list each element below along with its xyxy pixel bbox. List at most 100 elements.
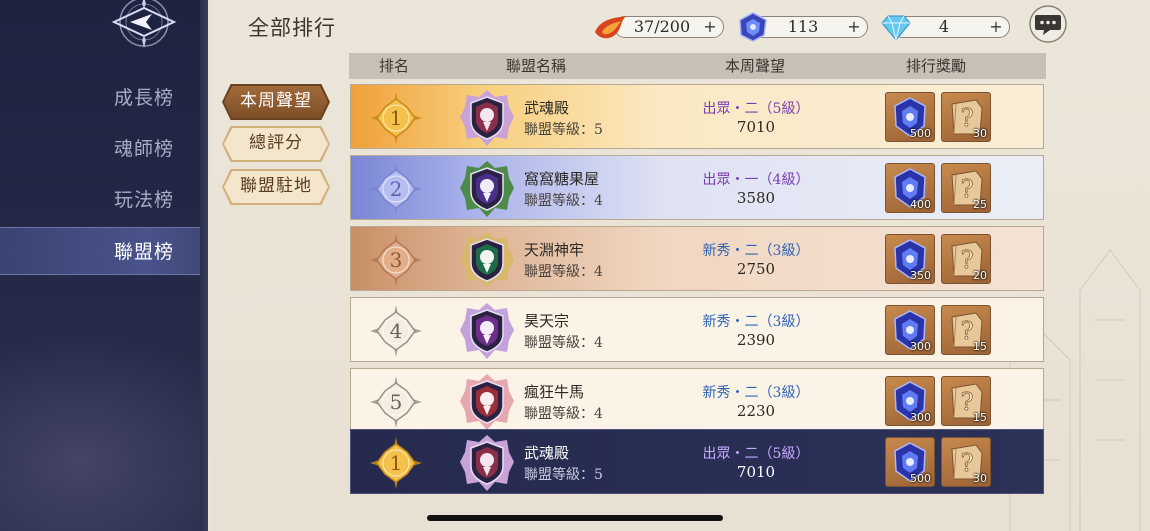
reward-count: 20	[973, 269, 987, 282]
header-weekly-fame: 本周聲望	[725, 57, 786, 75]
reward-soul-crystal[interactable]: 400	[885, 163, 935, 213]
ranking-row[interactable]: 2 窩窩糖果屋 聯盟等級：4 出眾・一（4級） 3580 400 ? 25	[350, 155, 1044, 220]
ranking-row[interactable]: 3 天淵神牢 聯盟等級：4 新秀・二（3級） 2750 350 ? 20	[350, 226, 1044, 291]
reward-soul-crystal[interactable]: 300	[885, 305, 935, 355]
weekly-fame-value: 3580	[736, 189, 776, 207]
weekly-fame-value: 7010	[736, 118, 776, 136]
rank-number: 3	[390, 248, 403, 272]
svg-text:?: ?	[961, 246, 974, 274]
rank-badge-icon: 1	[370, 92, 422, 144]
sidebar-item-label: 玩法榜	[114, 189, 175, 211]
blue-crystal-icon	[739, 12, 767, 42]
ranking-row[interactable]: 1 武魂殿 聯盟等級：5 出眾・二（5級） 7010 500 ? 30	[350, 429, 1044, 494]
reward-count: 500	[910, 472, 931, 485]
ranking-row[interactable]: 1 武魂殿 聯盟等級：5 出眾・二（5級） 7010 500 ? 30	[350, 84, 1044, 149]
reward-count: 300	[910, 340, 931, 353]
add-stamina-button[interactable]: +	[701, 18, 719, 36]
home-indicator[interactable]	[427, 515, 723, 521]
reward-mystery-chest[interactable]: ? 15	[941, 376, 991, 426]
fame-tier: 新秀・二（3級）	[702, 314, 810, 330]
weekly-fame-value: 2390	[736, 331, 776, 349]
sidebar-item-label: 聯盟榜	[114, 241, 175, 263]
alliance-name: 窩窩糖果屋	[524, 170, 600, 188]
reward-count: 15	[973, 411, 987, 424]
reward-count: 30	[973, 127, 987, 140]
stamina-value: 37/200	[633, 17, 691, 36]
back-emblem-icon[interactable]	[100, 0, 188, 60]
alliance-name: 天淵神牢	[524, 241, 585, 259]
alliance-crest-icon	[460, 232, 514, 288]
alliance-level: 聯盟等級：5	[524, 122, 603, 138]
rank-number: 4	[390, 319, 403, 343]
weekly-fame-value: 7010	[736, 463, 776, 481]
alliance-name: 瘋狂牛馬	[524, 383, 585, 401]
rank-number: 1	[390, 106, 403, 130]
page-title: 全部排行	[248, 16, 336, 40]
alliance-crest-icon	[460, 374, 514, 430]
fame-tier: 出眾・二（5級）	[702, 446, 810, 462]
sidebar-mist-decoration	[0, 330, 212, 531]
header-rank: 排名	[379, 57, 410, 75]
alliance-name: 昊天宗	[524, 312, 570, 330]
reward-count: 30	[973, 472, 987, 485]
sidebar-item-alliance[interactable]: 聯盟榜	[0, 227, 212, 275]
rank-number: 2	[390, 177, 403, 201]
fame-tier: 出眾・二（5級）	[702, 101, 810, 117]
add-diamond-button[interactable]: +	[987, 18, 1005, 36]
reward-count: 350	[910, 269, 931, 282]
chat-button[interactable]	[1028, 4, 1068, 44]
flame-icon	[595, 16, 626, 39]
soul-crystal-value: 113	[787, 17, 819, 36]
svg-text:?: ?	[961, 175, 974, 203]
fame-tier: 新秀・二（3級）	[702, 243, 810, 259]
sidebar-item-gameplay[interactable]: 玩法榜	[0, 176, 212, 224]
alliance-level: 聯盟等級：4	[524, 264, 603, 280]
weekly-fame-value: 2230	[736, 402, 776, 420]
sidebar-item-label: 魂師榜	[114, 138, 175, 160]
diamond-icon	[881, 15, 911, 41]
table-header: 排名 聯盟名稱 本周聲望 排行獎勵	[349, 53, 1046, 79]
reward-count: 300	[910, 411, 931, 424]
fame-tier: 出眾・一（4級）	[702, 172, 810, 188]
alliance-level: 聯盟等級：4	[524, 335, 603, 351]
rank-badge-icon: 2	[370, 163, 422, 215]
tab-weekly-fame[interactable]: 本周聲望	[224, 86, 328, 118]
rank-badge-icon: 1	[370, 437, 422, 489]
alliance-crest-icon	[460, 303, 514, 359]
tab-total-score[interactable]: 總評分	[224, 128, 328, 160]
reward-soul-crystal[interactable]: 500	[885, 437, 935, 487]
svg-text:?: ?	[961, 317, 974, 345]
reward-mystery-chest[interactable]: ? 15	[941, 305, 991, 355]
svg-text:?: ?	[961, 388, 974, 416]
tab-alliance-base[interactable]: 聯盟駐地	[224, 171, 328, 203]
sidebar-item-label: 成長榜	[114, 87, 175, 109]
rank-number: 1	[390, 451, 403, 475]
reward-count: 400	[910, 198, 931, 211]
svg-text:?: ?	[961, 104, 974, 132]
rank-number: 5	[390, 390, 403, 414]
alliance-crest-icon	[460, 90, 514, 146]
header-rank-reward: 排行獎勵	[906, 57, 967, 75]
ranking-row[interactable]: 4 昊天宗 聯盟等級：4 新秀・二（3級） 2390 300 ? 15	[350, 297, 1044, 362]
reward-mystery-chest[interactable]: ? 20	[941, 234, 991, 284]
add-soul-crystal-button[interactable]: +	[845, 18, 863, 36]
rank-badge-icon: 3	[370, 234, 422, 286]
alliance-level: 聯盟等級：4	[524, 406, 603, 422]
rank-badge-icon: 5	[370, 376, 422, 428]
reward-soul-crystal[interactable]: 500	[885, 92, 935, 142]
sidebar-item-growth[interactable]: 成長榜	[0, 74, 212, 122]
alliance-level: 聯盟等級：4	[524, 193, 603, 209]
reward-mystery-chest[interactable]: ? 25	[941, 163, 991, 213]
sidebar: 成長榜 魂師榜 玩法榜 聯盟榜	[0, 0, 212, 531]
alliance-crest-icon	[460, 435, 514, 491]
reward-count: 500	[910, 127, 931, 140]
reward-count: 15	[973, 340, 987, 353]
reward-soul-crystal[interactable]: 350	[885, 234, 935, 284]
sidebar-item-soul-master[interactable]: 魂師榜	[0, 125, 212, 173]
reward-mystery-chest[interactable]: ? 30	[941, 92, 991, 142]
ranking-row[interactable]: 5 瘋狂牛馬 聯盟等級：4 新秀・二（3級） 2230 300 ? 15	[350, 368, 1044, 433]
alliance-name: 武魂殿	[524, 444, 570, 462]
header-alliance-name: 聯盟名稱	[506, 57, 567, 75]
reward-mystery-chest[interactable]: ? 30	[941, 437, 991, 487]
reward-soul-crystal[interactable]: 300	[885, 376, 935, 426]
